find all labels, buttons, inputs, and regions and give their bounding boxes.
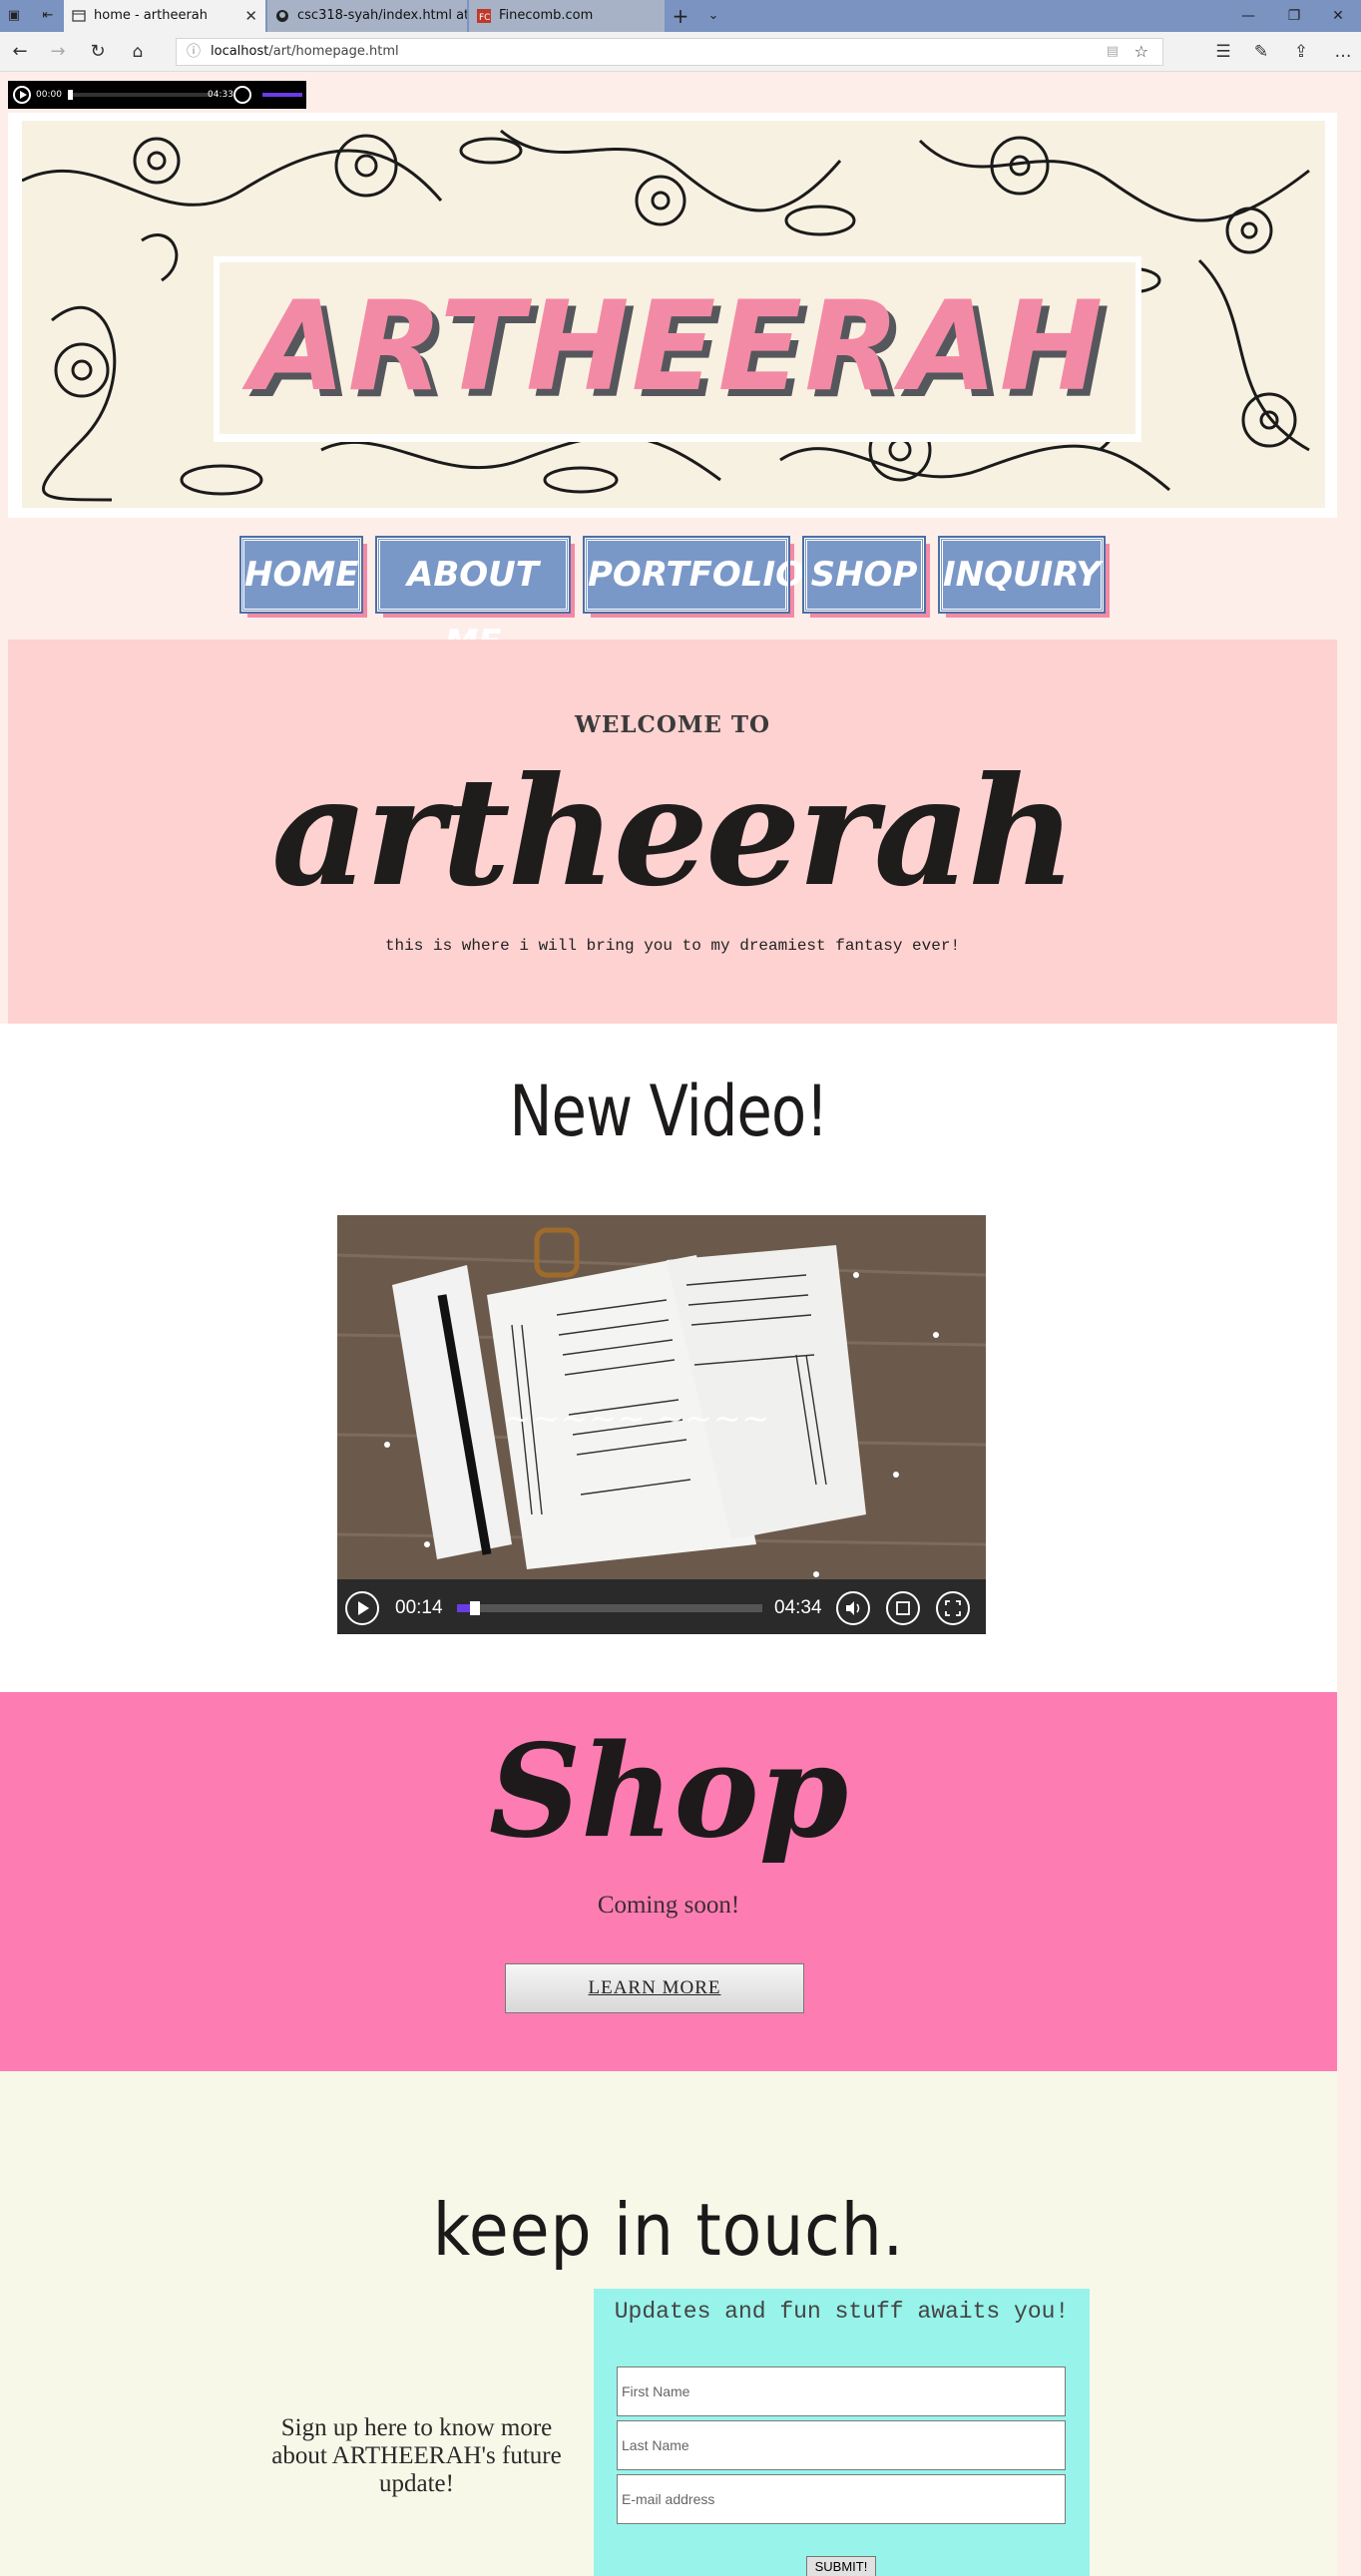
site-logo-title: ARTHEERAH (249, 275, 1106, 419)
video-thumbnail-notebook: ~~~~~ ~~~~ (337, 1215, 986, 1634)
header-banner: ARTHEERAH (8, 113, 1337, 518)
welcome-section: WELCOME TO artheerah this is where i wil… (8, 640, 1337, 1024)
back-icon[interactable]: ← (8, 40, 32, 64)
restore-icon[interactable]: ❐ (1271, 0, 1317, 32)
video-volume-icon[interactable] (836, 1591, 870, 1625)
set-aside-tabs-icon[interactable]: ⇤ (38, 6, 58, 26)
form-heading: Updates and fun stuff awaits you! (614, 2299, 1070, 2325)
minimize-icon[interactable]: — (1225, 0, 1271, 32)
nav-home-button[interactable]: HOME (239, 536, 363, 614)
first-name-input[interactable]: First Name (617, 2366, 1066, 2416)
nav-shop-button[interactable]: SHOP (802, 536, 926, 614)
home-icon[interactable]: ⌂ (126, 40, 150, 64)
close-window-icon[interactable]: ✕ (1315, 0, 1361, 32)
video-player[interactable]: ~~~~~ ~~~~ (337, 1215, 986, 1634)
video-zoom-icon[interactable] (886, 1591, 920, 1625)
keep-in-touch-title: keep in touch. (432, 2188, 905, 2272)
tab-title: csc318-syah/index.html at r (297, 8, 467, 23)
audio-volume-icon[interactable] (233, 86, 251, 104)
audio-duration: 04:33 (208, 90, 233, 100)
url-path: /art/homepage.html (268, 44, 399, 59)
new-tab-icon[interactable]: + (671, 6, 690, 26)
page-content: 00:00 04:33 ARTHEERAH HOME ABOUT PORTFOL… (0, 73, 1337, 2576)
play-icon (358, 1601, 369, 1615)
video-fullscreen-icon[interactable] (936, 1591, 970, 1625)
shop-section: Shop Coming soon! LEARN MORE (0, 1692, 1337, 2071)
newsletter-form: Updates and fun stuff awaits you! First … (594, 2289, 1090, 2576)
audio-volume-slider[interactable] (262, 93, 302, 97)
info-icon: ⓘ (187, 44, 201, 60)
welcome-tagline: this is where i will bring you to my dre… (384, 937, 961, 955)
reading-view-icon[interactable]: ▤ (1107, 39, 1119, 65)
browser-tab-bar: ▣ ⇤ home - artheerah ✕ csc318-syah/index… (0, 0, 1361, 32)
video-section-title: New Video! (509, 1071, 828, 1152)
submit-button[interactable]: SUBMIT! (806, 2556, 876, 2576)
forward-icon[interactable]: → (46, 40, 70, 64)
pen-icon[interactable]: ✎ (1249, 40, 1273, 64)
audio-play-button[interactable] (13, 86, 31, 104)
shop-title-script: Shop (488, 1717, 849, 1867)
finecomb-favicon-icon: FC (477, 9, 491, 23)
fullscreen-icon (945, 1600, 961, 1616)
favorite-star-icon[interactable]: ☆ (1134, 39, 1148, 65)
audio-current-time: 00:00 (36, 90, 62, 100)
audio-player: 00:00 04:33 (8, 81, 306, 109)
url-host: localhost (211, 44, 269, 59)
tab-github[interactable]: csc318-syah/index.html at r (267, 0, 467, 32)
welcome-heading: WELCOME TO (574, 711, 771, 738)
title-box: ARTHEERAH (214, 256, 1141, 442)
tab-home-artheerah[interactable]: home - artheerah ✕ (64, 0, 265, 32)
nav-about-me-button[interactable]: ABOUT ME (375, 536, 571, 662)
welcome-brand-script: artheerah (271, 744, 1077, 920)
zoom-icon (896, 1601, 910, 1615)
github-icon (276, 10, 288, 22)
more-icon[interactable]: … (1331, 40, 1355, 64)
refresh-icon[interactable]: ↻ (86, 40, 110, 64)
video-play-button[interactable] (345, 1591, 379, 1625)
svg-text:FC: FC (479, 13, 490, 23)
last-name-input[interactable]: Last Name (617, 2420, 1066, 2470)
video-current-time: 00:14 (395, 1597, 443, 1618)
shop-subtitle: Coming soon! (597, 1892, 740, 1919)
video-controls: 00:14 04:34 (337, 1579, 986, 1634)
close-tab-icon[interactable]: ✕ (244, 0, 257, 32)
tab-finecomb[interactable]: FC Finecomb.com (469, 0, 665, 32)
nav-portfolio-button[interactable]: PORTFOLIO (583, 536, 804, 614)
share-icon[interactable]: ⇪ (1289, 40, 1313, 64)
url-field[interactable]: ⓘ localhost/art/homepage.html ▤ ☆ (176, 38, 1163, 66)
address-bar-row: ← → ↻ ⌂ ⓘ localhost/art/homepage.html ▤ … (0, 32, 1361, 72)
video-duration: 04:34 (774, 1597, 822, 1618)
learn-more-button[interactable]: LEARN MORE (505, 1963, 804, 2013)
chevron-down-icon[interactable]: ⌄ (703, 6, 723, 26)
video-seek-bar[interactable] (457, 1604, 762, 1612)
audio-seek-bar[interactable] (68, 93, 212, 97)
tab-title: home - artheerah (94, 8, 209, 23)
favorites-hub-icon[interactable]: ☰ (1211, 40, 1235, 64)
page-scrollbar[interactable] (1337, 73, 1361, 2576)
email-input[interactable]: E-mail address (617, 2474, 1066, 2524)
tab-actions-icon[interactable]: ▣ (4, 6, 24, 26)
page-icon (72, 10, 86, 22)
video-seek-thumb[interactable] (470, 1601, 481, 1615)
signup-text: Sign up here to know more about ARTHEERA… (271, 2414, 562, 2497)
nav-inquiry-button[interactable]: INQUIRY (938, 536, 1106, 614)
speaker-icon (846, 1601, 860, 1615)
svg-text:~~~~~ ~~~~: ~~~~~ ~~~~ (503, 1399, 769, 1439)
tab-title: Finecomb.com (499, 8, 594, 23)
audio-seek-thumb[interactable] (68, 90, 73, 100)
